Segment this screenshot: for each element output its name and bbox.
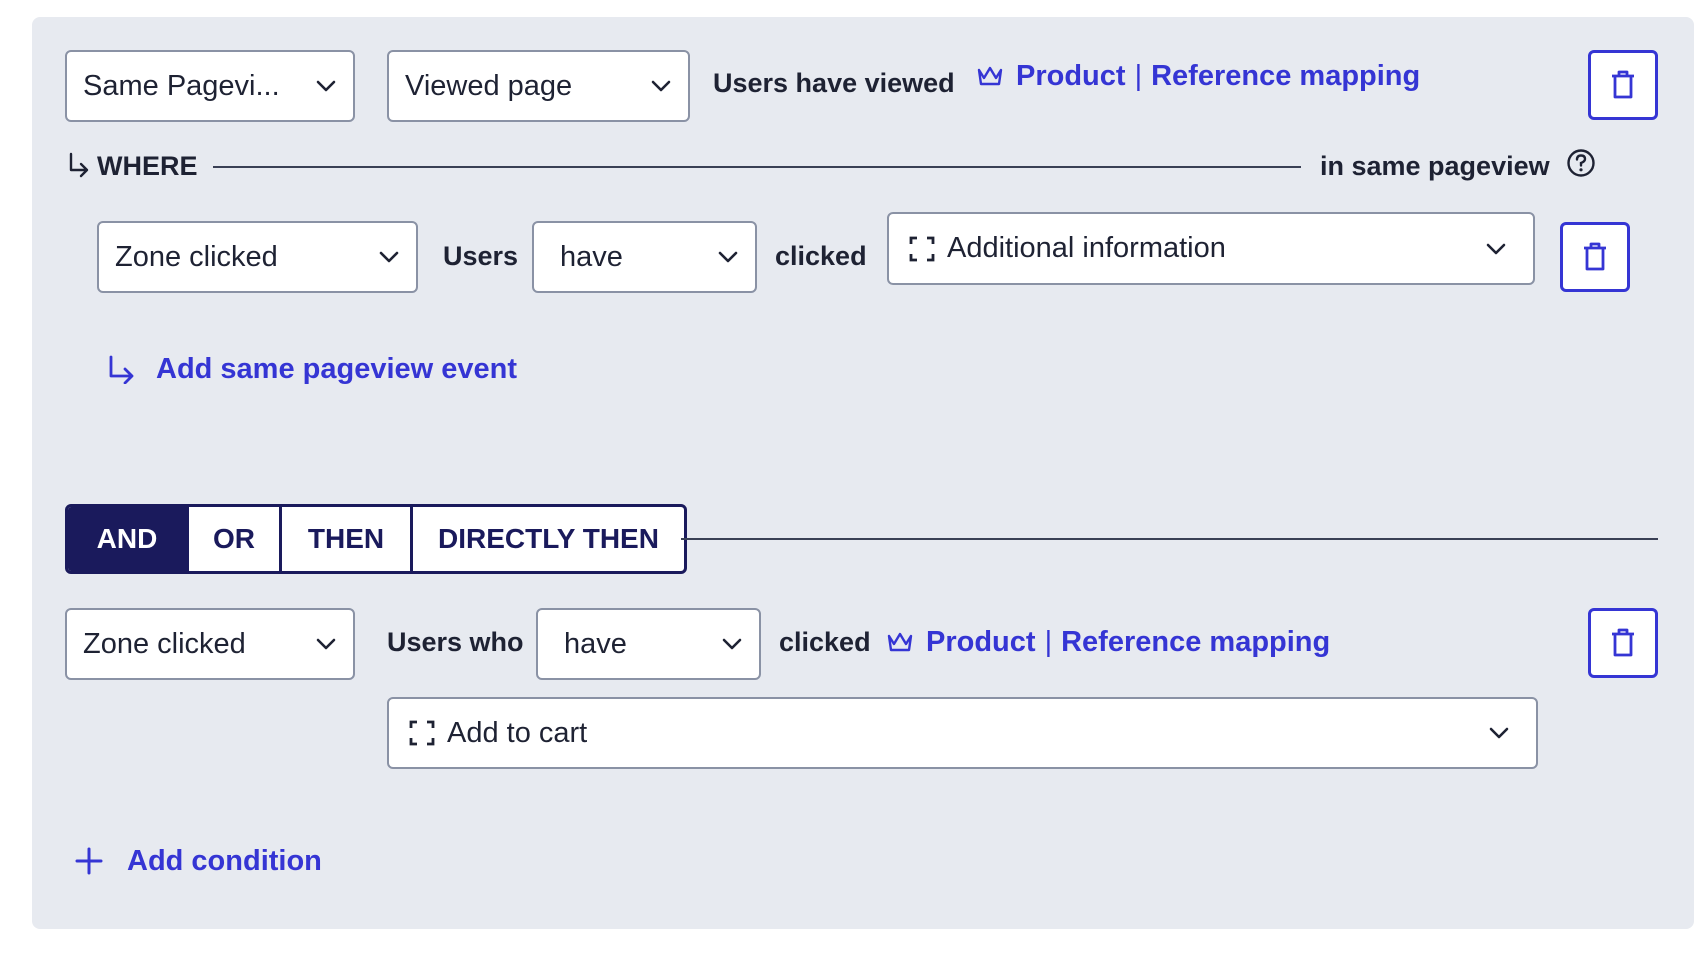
- row2-event-value: Zone clicked: [83, 627, 246, 660]
- trash-icon: [1584, 242, 1606, 271]
- where-label: WHERE: [97, 151, 198, 181]
- delete-sub-event-button[interactable]: [1560, 222, 1630, 292]
- trash-icon: [1612, 628, 1634, 657]
- add-condition-link[interactable]: Add condition: [75, 841, 322, 881]
- sub-event-value: Zone clicked: [115, 240, 278, 273]
- add-condition-label: Add condition: [127, 844, 322, 877]
- users-have-viewed-label: Users have viewed: [713, 68, 955, 98]
- operator-then-button[interactable]: THEN: [279, 507, 410, 571]
- chevron-down-icon: [1489, 727, 1509, 739]
- operator-divider: [681, 538, 1658, 540]
- row2-event-select[interactable]: Zone clicked: [65, 608, 355, 680]
- add-same-pageview-event-label: Add same pageview event: [156, 352, 518, 385]
- crown-icon: [977, 66, 1003, 86]
- clicked-label: clicked: [775, 241, 867, 271]
- same-pageview-scope-label: in same pageview: [1320, 151, 1550, 181]
- sub-zone-value: Additional information: [947, 232, 1226, 264]
- row2-zone-value: Add to cart: [447, 716, 588, 749]
- sub-have-select[interactable]: have: [532, 221, 757, 293]
- pageview-scope-select[interactable]: Same Pagevi...: [65, 50, 355, 122]
- product-reference-link[interactable]: Product | Reference mapping: [976, 56, 1420, 96]
- link-part-product: Product: [926, 625, 1036, 658]
- link-separator: |: [1134, 59, 1143, 92]
- sub-have-value: have: [560, 240, 623, 273]
- operator-directly-then-button[interactable]: DIRECTLY THEN: [410, 507, 684, 571]
- add-same-pageview-event-link[interactable]: Add same pageview event: [106, 349, 517, 389]
- chevron-down-icon: [316, 638, 336, 650]
- sub-event-select[interactable]: Zone clicked: [97, 221, 418, 293]
- operator-or-button[interactable]: OR: [186, 507, 279, 571]
- chevron-down-icon: [316, 80, 336, 92]
- users-who-label: Users who: [387, 627, 524, 657]
- link-part-reference: Reference mapping: [1151, 59, 1421, 92]
- zone-brackets-icon: [909, 236, 935, 261]
- link-part-reference: Reference mapping: [1061, 625, 1331, 658]
- chevron-down-icon: [1486, 243, 1506, 254]
- plus-icon: [75, 847, 103, 875]
- pageview-scope-value: Same Pagevi...: [83, 69, 280, 102]
- event-type-value: Viewed page: [405, 69, 573, 102]
- sub-zone-select[interactable]: Additional information: [887, 212, 1535, 285]
- link-separator: |: [1044, 625, 1053, 658]
- delete-condition-button[interactable]: [1588, 50, 1658, 120]
- where-divider: [213, 166, 1301, 168]
- row2-zone-select[interactable]: Add to cart: [387, 697, 1538, 769]
- return-arrow-icon: [69, 152, 89, 178]
- help-icon[interactable]: [1566, 148, 1596, 178]
- row2-clicked-label: clicked: [779, 627, 871, 657]
- event-type-select[interactable]: Viewed page: [387, 50, 690, 122]
- crown-icon: [887, 632, 913, 652]
- zone-brackets-icon: [409, 720, 435, 746]
- chevron-down-icon: [379, 251, 399, 263]
- row2-have-select[interactable]: have: [536, 608, 761, 680]
- chevron-down-icon: [722, 638, 742, 650]
- link-part-product: Product: [1016, 59, 1126, 92]
- return-arrow-icon: [109, 355, 134, 384]
- operator-and-button[interactable]: AND: [68, 507, 186, 571]
- row2-have-value: have: [564, 627, 627, 660]
- users-label: Users: [443, 241, 519, 271]
- chevron-down-icon: [718, 251, 738, 263]
- delete-row2-button[interactable]: [1588, 608, 1658, 678]
- chevron-down-icon: [651, 80, 671, 92]
- operator-segmented-control: AND OR THEN DIRECTLY THEN: [65, 504, 687, 574]
- trash-icon: [1612, 70, 1634, 99]
- row2-product-reference-link[interactable]: Product | Reference mapping: [886, 622, 1330, 662]
